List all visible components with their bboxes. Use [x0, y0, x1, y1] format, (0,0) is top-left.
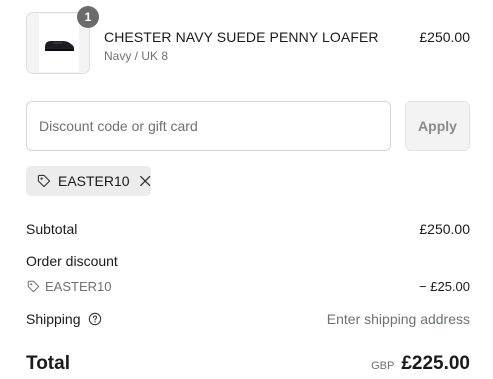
product-name: CHESTER NAVY SUEDE PENNY LOAFER — [104, 29, 379, 45]
total-value-row: GBP £225.00 — [371, 353, 470, 375]
tag-icon — [37, 174, 51, 188]
subtotal-value: £250.00 — [419, 221, 470, 237]
help-circle-icon[interactable] — [88, 312, 102, 326]
shipping-value: Enter shipping address — [326, 311, 470, 327]
applied-discount-code: EASTER10 — [57, 173, 130, 189]
discount-code-input[interactable] — [26, 101, 391, 151]
order-discount-value: − £25.00 — [419, 279, 470, 294]
order-discount-label: Order discount — [26, 253, 118, 269]
order-discount-code-row: EASTER10 — [26, 279, 111, 294]
quantity-badge: 1 — [77, 6, 99, 28]
applied-discount-chip: EASTER10 — [26, 166, 151, 196]
product-variant: Navy / UK 8 — [104, 49, 169, 63]
shipping-label-row: Shipping — [26, 311, 102, 327]
apply-discount-button[interactable]: Apply — [405, 101, 470, 151]
subtotal-label: Subtotal — [26, 221, 78, 237]
total-currency: GBP — [371, 360, 395, 372]
loafer-shoe-icon — [45, 41, 74, 51]
shipping-label: Shipping — [26, 311, 81, 327]
product-price: £250.00 — [419, 29, 470, 45]
close-icon[interactable] — [139, 174, 151, 188]
tag-icon — [27, 280, 40, 293]
total-label: Total — [26, 353, 70, 374]
order-discount-code: EASTER10 — [45, 279, 112, 294]
total-amount: £225.00 — [401, 353, 470, 374]
